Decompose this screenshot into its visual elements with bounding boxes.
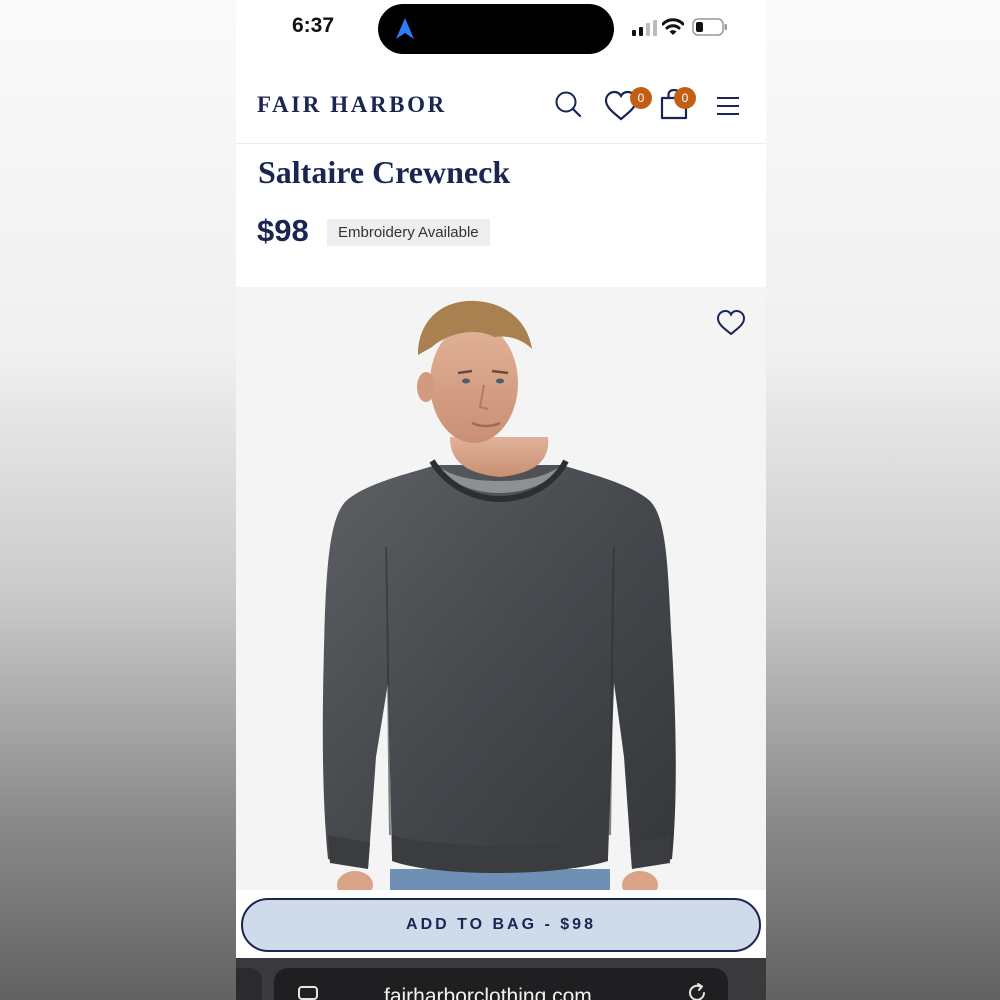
hamburger-menu-icon[interactable] bbox=[716, 95, 740, 117]
battery-icon bbox=[692, 18, 727, 36]
address-bar[interactable]: fairharborclothing.com bbox=[274, 968, 728, 1000]
product-title: Saltaire Crewneck bbox=[258, 154, 511, 190]
location-arrow-icon bbox=[396, 18, 414, 39]
embroidery-tag: Embroidery Available bbox=[327, 219, 490, 246]
cta-container: ADD TO BAG - $98 bbox=[236, 890, 766, 958]
background-left bbox=[0, 0, 236, 1000]
previous-tab-chip[interactable] bbox=[236, 968, 262, 1000]
background-right bbox=[766, 0, 1000, 1000]
status-time: 6:37 bbox=[292, 14, 335, 37]
cellular-signal-icon bbox=[632, 20, 657, 36]
url-text: fairharborclothing.com bbox=[384, 985, 592, 1000]
dynamic-island bbox=[378, 4, 614, 54]
page-menu-icon[interactable] bbox=[298, 986, 318, 1000]
wifi-icon bbox=[662, 18, 684, 35]
reload-icon[interactable] bbox=[686, 982, 708, 1000]
search-icon[interactable] bbox=[554, 90, 582, 118]
status-bar: 6:37 bbox=[236, 0, 766, 60]
site-header: FAIR HARBOR 0 0 bbox=[236, 62, 766, 144]
bag-count-badge: 0 bbox=[674, 87, 696, 109]
add-to-bag-button[interactable]: ADD TO BAG - $98 bbox=[241, 898, 761, 952]
model-photo bbox=[322, 300, 676, 907]
phone-screen: 6:37 FAIR HARBOR 0 0 Saltaire Crewneck $… bbox=[236, 0, 766, 1000]
brand-logo[interactable]: FAIR HARBOR bbox=[257, 92, 447, 118]
browser-toolbar: fairharborclothing.com bbox=[236, 958, 766, 1000]
wishlist-count-badge: 0 bbox=[630, 87, 652, 109]
product-image[interactable] bbox=[236, 287, 766, 907]
favorite-heart-icon[interactable] bbox=[716, 309, 746, 337]
product-price: $98 bbox=[257, 213, 309, 248]
